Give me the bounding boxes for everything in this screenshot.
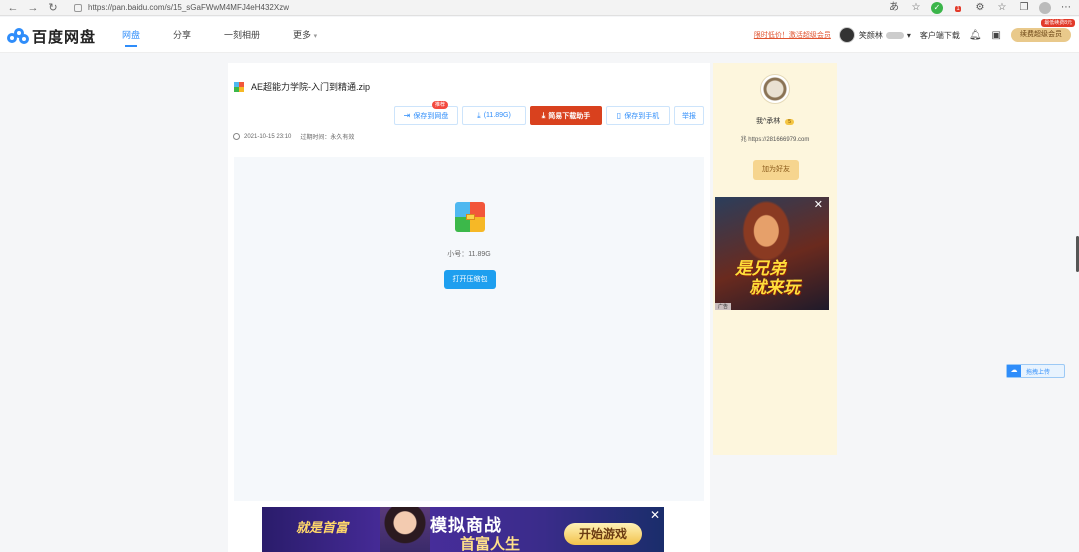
svip-renew-button[interactable]: 续费超级会员 最低续费8元 <box>1011 19 1075 42</box>
file-actions: ⇥ 保存到网盘 推荐 ⤓ (11.89G) ⤓ 简易下载助手 ▯ 保存到手机 举… <box>394 101 708 125</box>
logo-text: 百度网盘 <box>32 29 97 46</box>
side-ad-line1: 是兄弟 <box>735 259 786 278</box>
collections-icon[interactable]: ❐ <box>1017 1 1031 15</box>
drag-upload-button[interactable]: ☁ 拖拽上传 <box>1006 364 1065 378</box>
share-file-card: AE超能力学院-入门到精通.zip ⇥ 保存到网盘 推荐 ⤓ (11.89G) … <box>228 63 710 552</box>
file-preview-area: 小号：11.89G 打开压缩包 <box>234 157 704 501</box>
zip-file-icon <box>234 81 244 92</box>
clock-icon <box>233 133 240 140</box>
address-bar[interactable]: https://pan.baidu.com/s/15_sGaFWwM4MFJ4e… <box>74 1 514 15</box>
user-avatar[interactable] <box>838 27 855 43</box>
profile-avatar-icon[interactable] <box>1039 2 1051 14</box>
zip-archive-icon <box>455 202 485 232</box>
nav-item-share[interactable]: 分享 <box>173 17 191 53</box>
report-button[interactable]: 举报 <box>674 106 704 125</box>
recommend-tag: 推荐 <box>431 101 448 109</box>
download-helper-button[interactable]: ⤓ 简易下载助手 <box>530 106 602 125</box>
extensions-puzzle-icon[interactable]: ⚙ <box>973 1 987 15</box>
sharer-name[interactable]: 我^承林 <box>756 118 780 125</box>
more-menu-icon[interactable]: ⋯ <box>1059 1 1073 15</box>
back-arrow-icon[interactable]: ← <box>6 1 20 15</box>
ad-play-button[interactable]: 开始游戏 <box>564 523 642 545</box>
site-header: 百度网盘 网盘 分享 一刻相册 更多 ▾ 限时低价！激活超级会员 笑颜林 ▾ 客… <box>0 17 1079 53</box>
nav-item-pan[interactable]: 网盘 <box>122 17 140 53</box>
save-label: 保存到网盘 <box>413 112 449 120</box>
cloud-logo-icon <box>7 27 29 46</box>
main-nav: 网盘 分享 一刻相册 更多 ▾ <box>122 17 350 53</box>
browser-toolbar: ← → ↻ https://pan.baidu.com/s/15_sGaFWwM… <box>0 0 1079 16</box>
nav-item-album[interactable]: 一刻相册 <box>224 17 260 53</box>
nav-item-more[interactable]: 更多 ▾ <box>293 17 317 53</box>
sidebar-game-ad[interactable]: 是兄弟 就来玩 ✕ 广告 <box>715 197 829 310</box>
svip-renew-label: 续费超级会员 <box>1020 31 1062 38</box>
address-url[interactable]: https://pan.baidu.com/s/15_sGaFWwM4MFJ4e… <box>88 3 289 12</box>
close-icon[interactable]: ✕ <box>650 508 660 522</box>
baidu-pan-logo[interactable]: 百度网盘 <box>7 26 96 47</box>
username[interactable]: 笑颜林 <box>859 30 883 41</box>
ad-left-text: 就是首富 <box>296 520 349 535</box>
file-title-row: AE超能力学院-入门到精通.zip <box>234 80 370 93</box>
bottom-game-ad[interactable]: 就是首富 模拟商战 首富人生 开始游戏 ✕ <box>262 507 664 552</box>
save-to-phone-button[interactable]: ▯ 保存到手机 <box>606 106 670 125</box>
lock-icon <box>74 3 82 12</box>
file-name: AE超能力学院-入门到精通.zip <box>251 82 371 92</box>
extension-shield-icon[interactable]: ✓ <box>931 2 943 14</box>
ad-tag: 广告 <box>715 303 732 310</box>
drag-upload-label: 拖拽上传 <box>1026 369 1051 376</box>
ad-character-image <box>380 507 430 552</box>
side-ad-text: 是兄弟 就来玩 <box>735 259 800 297</box>
sharer-name-row: 我^承林 5 <box>713 116 837 126</box>
phone-icon: ▯ <box>616 111 622 120</box>
client-download-link[interactable]: 客户端下载 <box>920 30 960 41</box>
download-helper-label: 简易下载助手 <box>548 112 591 120</box>
vip-badge-icon <box>885 31 904 39</box>
ad-subtitle: 首富人生 <box>460 536 521 552</box>
file-meta: 2021-10-15 23:10 过期时间：永久有效 <box>233 132 354 141</box>
favorite-star-icon[interactable]: ☆ <box>909 1 923 15</box>
file-size: 小号：11.89G <box>447 251 491 258</box>
clipboard-icon[interactable]: ▣ <box>992 30 1001 41</box>
cloud-upload-icon: ☁ <box>1007 365 1021 377</box>
chevron-down-icon: ▾ <box>313 33 318 40</box>
sharer-avatar[interactable] <box>760 74 790 104</box>
side-ad-line2: 就来玩 <box>749 278 800 297</box>
download-size-label: (11.89G) <box>483 112 511 119</box>
expiry-text: 过期时间：永久有效 <box>300 135 355 141</box>
save-icon: ⇥ <box>403 111 411 120</box>
forward-arrow-icon[interactable]: → <box>26 1 40 15</box>
download-icon: ⤓ <box>477 110 481 120</box>
save-phone-label: 保存到手机 <box>624 112 660 120</box>
open-archive-button[interactable]: 打开压缩包 <box>444 270 496 289</box>
share-date: 2021-10-15 23:10 <box>244 133 292 140</box>
nav-more-label: 更多 <box>293 30 312 40</box>
sharer-url: 兆 https://281666979.com <box>740 137 810 143</box>
download-icon: ⤓ <box>541 110 546 120</box>
user-menu-chevron-icon[interactable]: ▾ <box>907 31 911 40</box>
save-to-pan-button[interactable]: ⇥ 保存到网盘 推荐 <box>394 101 458 125</box>
bell-icon[interactable]: 🔔︎ <box>969 30 982 41</box>
translate-icon[interactable]: あ <box>887 1 901 15</box>
sharer-sidebar: 我^承林 5 兆 https://281666979.com 加为好友 是兄弟 … <box>713 63 837 455</box>
close-icon[interactable]: ✕ <box>814 198 823 211</box>
favorites-list-icon[interactable]: ☆ <box>995 1 1009 15</box>
level-badge: 5 <box>785 119 795 125</box>
svip-promo-link[interactable]: 限时低价！激活超级会员 <box>754 30 831 40</box>
reload-icon[interactable]: ↻ <box>46 1 60 15</box>
download-button[interactable]: ⤓ (11.89G) <box>462 106 526 125</box>
add-friend-button[interactable]: 加为好友 <box>753 160 799 180</box>
report-label: 举报 <box>682 112 696 120</box>
extension-notification-icon[interactable]: 1 <box>951 1 965 15</box>
svip-discount-tag: 最低续费8元 <box>1041 19 1075 27</box>
